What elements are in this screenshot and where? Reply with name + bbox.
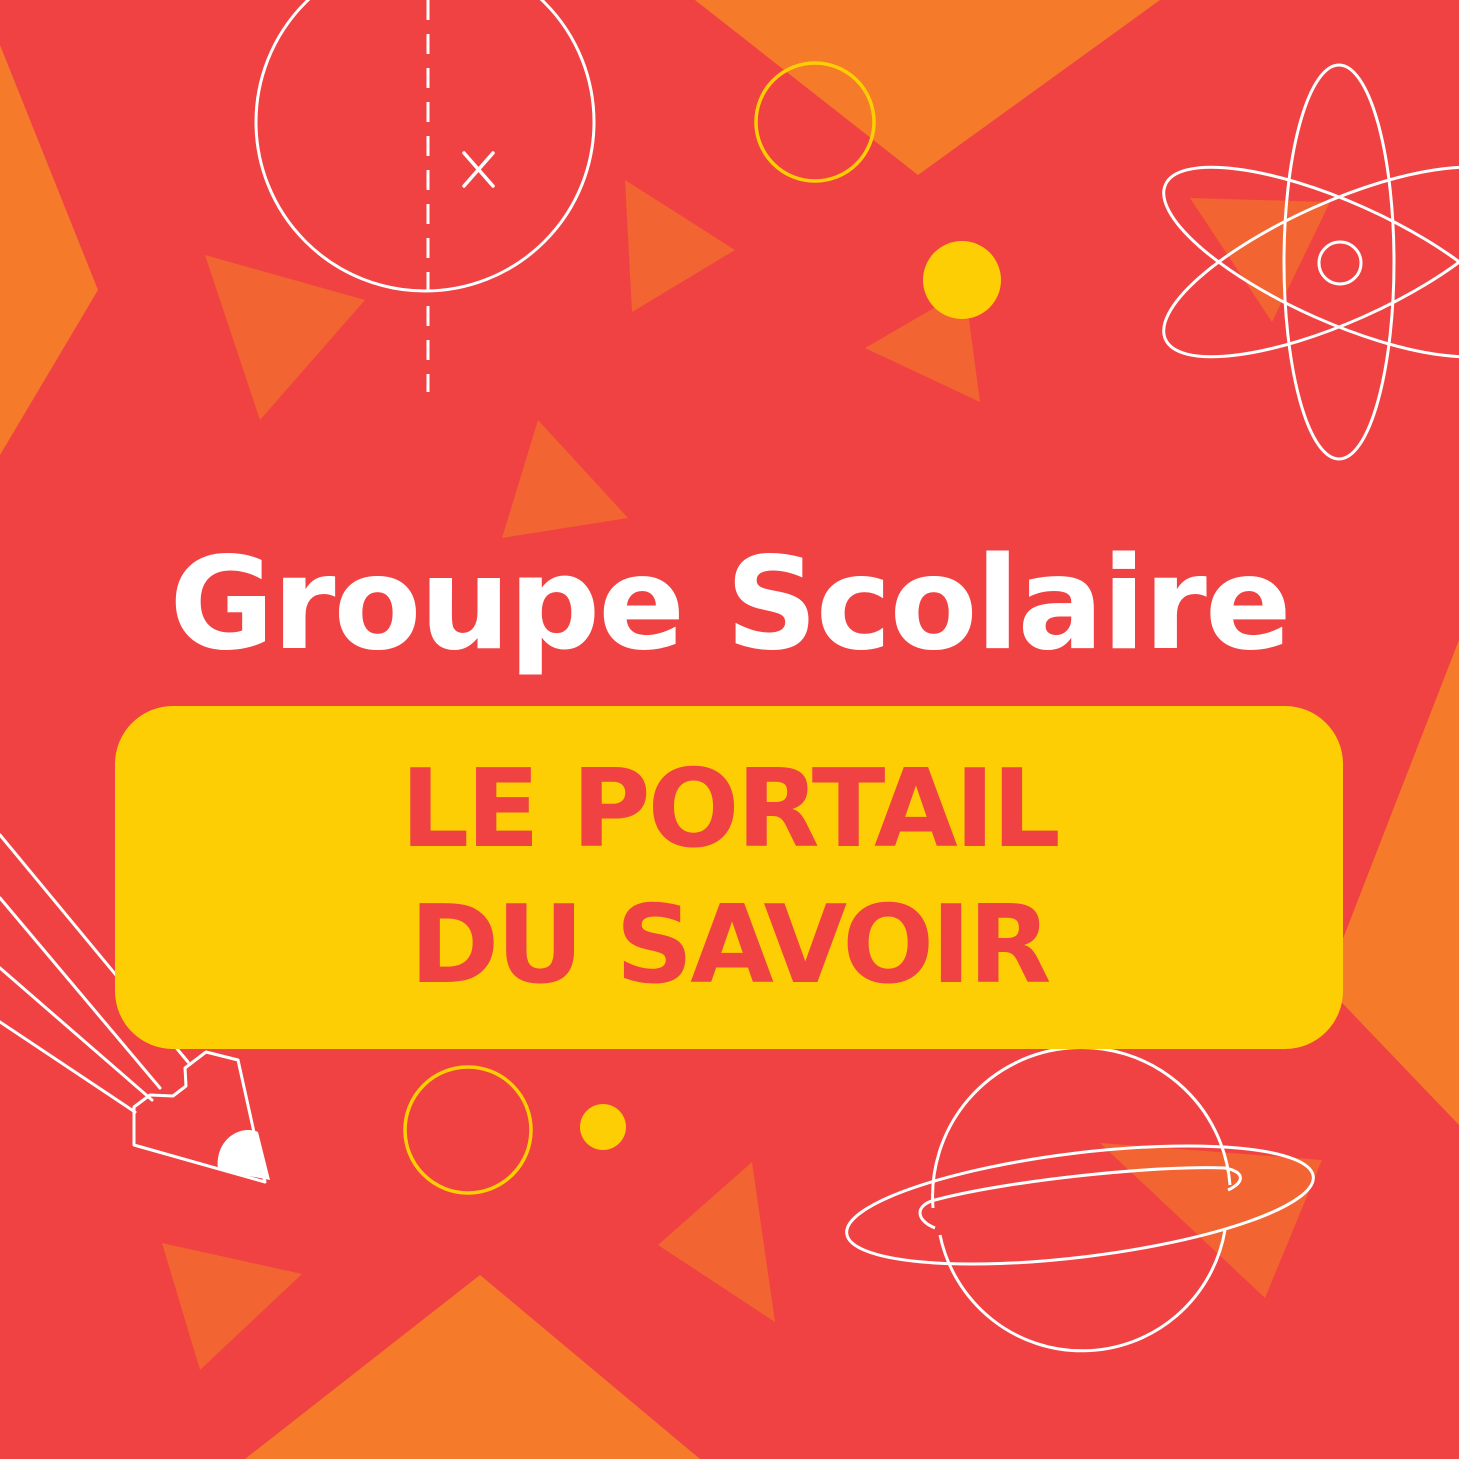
title-banner: LE PORTAIL DU SAVOIR	[115, 706, 1343, 1049]
dot-shape	[923, 241, 1001, 319]
banner-line-2: DU SAVOIR	[409, 882, 1052, 1008]
poster: Groupe Scolaire LE PORTAIL DU SAVOIR	[0, 0, 1459, 1459]
page-title: Groupe Scolaire	[169, 530, 1291, 679]
banner-line-1: LE PORTAIL	[400, 746, 1060, 872]
dot-shape	[580, 1104, 626, 1150]
